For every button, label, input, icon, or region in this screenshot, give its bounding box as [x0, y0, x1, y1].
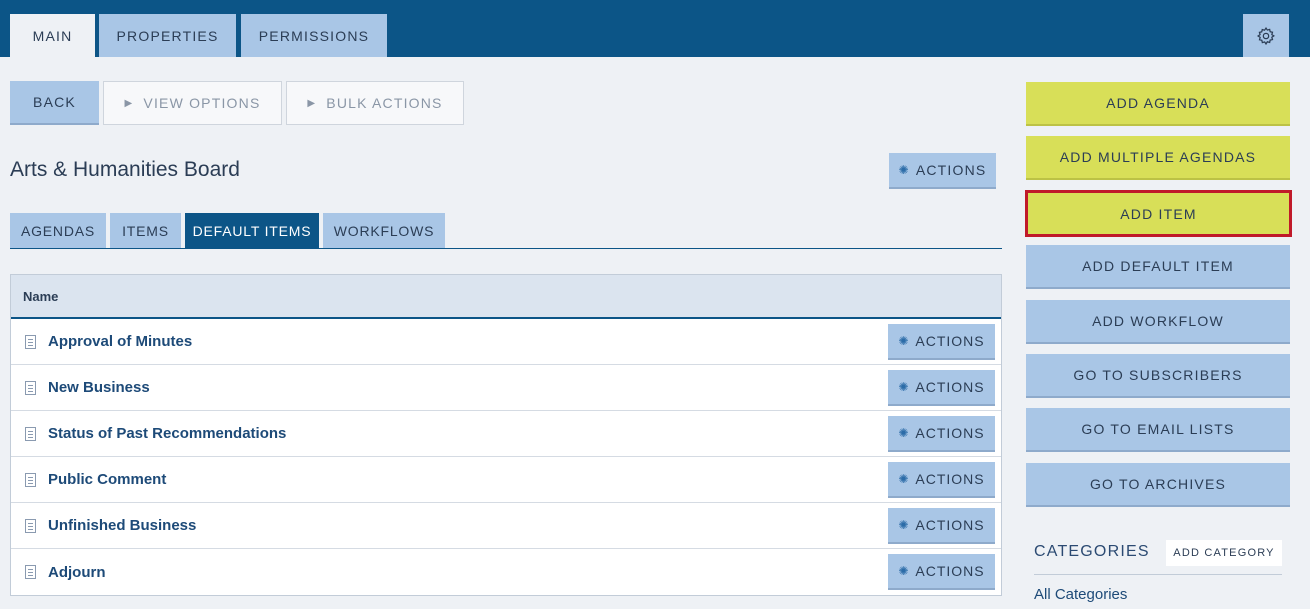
- cog-icon: ✺: [898, 518, 910, 532]
- item-link[interactable]: New Business: [48, 379, 150, 396]
- cog-icon: ✺: [898, 334, 910, 348]
- item-link[interactable]: Status of Past Recommendations: [48, 425, 286, 442]
- document-icon: [25, 518, 36, 533]
- cog-icon: ✺: [898, 163, 910, 177]
- tab-agendas[interactable]: AGENDAS: [10, 213, 106, 248]
- settings-button[interactable]: [1243, 14, 1289, 57]
- go-to-subscribers-button[interactable]: GO TO SUBSCRIBERS: [1026, 354, 1290, 398]
- view-options-label: VIEW OPTIONS: [143, 95, 261, 111]
- tab-main[interactable]: MAIN: [10, 14, 95, 57]
- cog-icon: ✺: [898, 380, 910, 394]
- tabs-divider: [10, 248, 1002, 249]
- row-actions-label: ACTIONS: [915, 333, 985, 349]
- categories-divider: [1034, 574, 1282, 575]
- row-actions-button[interactable]: ✺ ACTIONS: [888, 370, 995, 406]
- board-actions-button[interactable]: ✺ ACTIONS: [889, 153, 996, 189]
- tab-workflows[interactable]: WORKFLOWS: [323, 213, 445, 248]
- page-title: Arts & Humanities Board: [10, 158, 240, 181]
- go-to-archives-button[interactable]: GO TO ARCHIVES: [1026, 463, 1290, 507]
- row-actions-label: ACTIONS: [915, 517, 985, 533]
- row-actions-button[interactable]: ✺ ACTIONS: [888, 554, 995, 590]
- add-item-button[interactable]: ADD ITEM: [1025, 190, 1292, 237]
- item-link[interactable]: Adjourn: [48, 564, 106, 581]
- table-row: Adjourn ✺ ACTIONS: [11, 549, 1001, 595]
- row-actions-button[interactable]: ✺ ACTIONS: [888, 508, 995, 544]
- view-options-button[interactable]: ▶ VIEW OPTIONS: [103, 81, 282, 125]
- cog-icon: ✺: [898, 472, 910, 486]
- categories-title: CATEGORIES: [1034, 543, 1150, 560]
- go-to-email-lists-button[interactable]: GO TO EMAIL LISTS: [1026, 408, 1290, 452]
- triangle-right-icon: ▶: [307, 97, 317, 109]
- gear-icon: [1256, 26, 1275, 45]
- all-categories-link[interactable]: All Categories: [1034, 586, 1127, 603]
- add-default-item-button[interactable]: ADD DEFAULT ITEM: [1026, 245, 1290, 289]
- table-row: New Business ✺ ACTIONS: [11, 365, 1001, 411]
- top-bar: MAIN PROPERTIES PERMISSIONS: [0, 0, 1310, 57]
- default-items-table: Name Approval of Minutes ✺ ACTIONS New Bu…: [10, 274, 1002, 596]
- table-row: Status of Past Recommendations ✺ ACTIONS: [11, 411, 1001, 457]
- row-actions-button[interactable]: ✺ ACTIONS: [888, 324, 995, 360]
- table-header-name[interactable]: Name: [11, 275, 1001, 319]
- row-actions-button[interactable]: ✺ ACTIONS: [888, 462, 995, 498]
- cog-icon: ✺: [898, 426, 910, 440]
- back-button[interactable]: BACK: [10, 81, 99, 125]
- document-icon: [25, 380, 36, 395]
- tab-properties[interactable]: PROPERTIES: [99, 14, 236, 57]
- add-workflow-button[interactable]: ADD WORKFLOW: [1026, 300, 1290, 344]
- row-actions-label: ACTIONS: [915, 379, 985, 395]
- document-icon: [25, 565, 36, 579]
- document-icon: [25, 334, 36, 349]
- table-row: Public Comment ✺ ACTIONS: [11, 457, 1001, 503]
- item-link[interactable]: Unfinished Business: [48, 517, 196, 534]
- item-link[interactable]: Approval of Minutes: [48, 333, 192, 350]
- add-multiple-agendas-button[interactable]: ADD MULTIPLE AGENDAS: [1026, 136, 1290, 180]
- triangle-right-icon: ▶: [124, 97, 134, 109]
- item-link[interactable]: Public Comment: [48, 471, 166, 488]
- bulk-actions-button[interactable]: ▶ BULK ACTIONS: [286, 81, 464, 125]
- row-actions-label: ACTIONS: [915, 425, 985, 441]
- tab-default-items[interactable]: DEFAULT ITEMS: [185, 213, 319, 248]
- cog-icon: ✺: [898, 564, 910, 578]
- table-row: Approval of Minutes ✺ ACTIONS: [11, 319, 1001, 365]
- table-row: Unfinished Business ✺ ACTIONS: [11, 503, 1001, 549]
- row-actions-button[interactable]: ✺ ACTIONS: [888, 416, 995, 452]
- tab-items[interactable]: ITEMS: [110, 213, 181, 248]
- add-agenda-button[interactable]: ADD AGENDA: [1026, 82, 1290, 126]
- row-actions-label: ACTIONS: [915, 471, 985, 487]
- row-actions-label: ACTIONS: [915, 563, 985, 579]
- document-icon: [25, 426, 36, 441]
- bulk-actions-label: BULK ACTIONS: [326, 95, 443, 111]
- board-actions-label: ACTIONS: [915, 162, 987, 178]
- tab-permissions[interactable]: PERMISSIONS: [241, 14, 387, 57]
- add-category-button[interactable]: ADD CATEGORY: [1166, 540, 1282, 566]
- document-icon: [25, 472, 36, 487]
